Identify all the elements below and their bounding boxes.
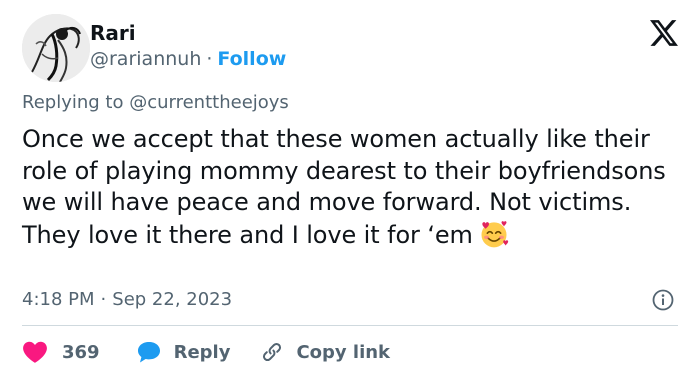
link-icon xyxy=(260,340,284,364)
speech-bubble-icon xyxy=(136,340,162,364)
avatar-illustration xyxy=(22,14,90,82)
reply-mention[interactable]: @currenttheejoys xyxy=(129,92,289,113)
reply-button[interactable]: Reply xyxy=(136,340,231,364)
reply-label: Reply xyxy=(173,341,231,363)
actions-divider xyxy=(22,325,678,326)
follow-button[interactable]: Follow xyxy=(217,48,286,70)
tweet-timestamp[interactable]: 4:18 PM · Sep 22, 2023 xyxy=(22,289,232,310)
x-logo-icon[interactable] xyxy=(650,20,678,46)
info-icon[interactable] xyxy=(652,289,674,311)
author-handle[interactable]: @rariannuh xyxy=(90,48,201,70)
tweet-card: Rari @rariannuh · Follow Replying to @curr… xyxy=(0,0,700,379)
tweet-header: Rari @rariannuh · Follow xyxy=(22,14,678,82)
tweet-date: Sep 22, 2023 xyxy=(112,289,233,310)
handle-separator: · xyxy=(206,48,213,70)
tweet-actions: 369 Reply Copy link xyxy=(22,338,390,366)
author-block: Rari @rariannuh · Follow xyxy=(90,20,286,72)
copy-link-button[interactable]: Copy link xyxy=(260,340,390,364)
timestamp-separator: · xyxy=(100,289,107,310)
avatar[interactable] xyxy=(22,14,90,82)
smiling-face-with-hearts-icon xyxy=(479,219,509,249)
author-name[interactable]: Rari xyxy=(90,20,286,46)
tweet-text-container: Once we accept that these women actually… xyxy=(22,124,682,251)
reply-prefix: Replying to xyxy=(22,92,124,113)
tweet-text: Once we accept that these women actually… xyxy=(22,125,666,249)
tweet-time: 4:18 PM xyxy=(22,289,95,310)
copy-link-label: Copy link xyxy=(296,341,391,363)
heart-icon xyxy=(22,340,48,364)
like-button[interactable]: 369 xyxy=(22,340,100,364)
author-handle-row: @rariannuh · Follow xyxy=(90,46,286,72)
reply-context: Replying to @currenttheejoys xyxy=(22,92,289,113)
like-count: 369 xyxy=(62,341,100,363)
